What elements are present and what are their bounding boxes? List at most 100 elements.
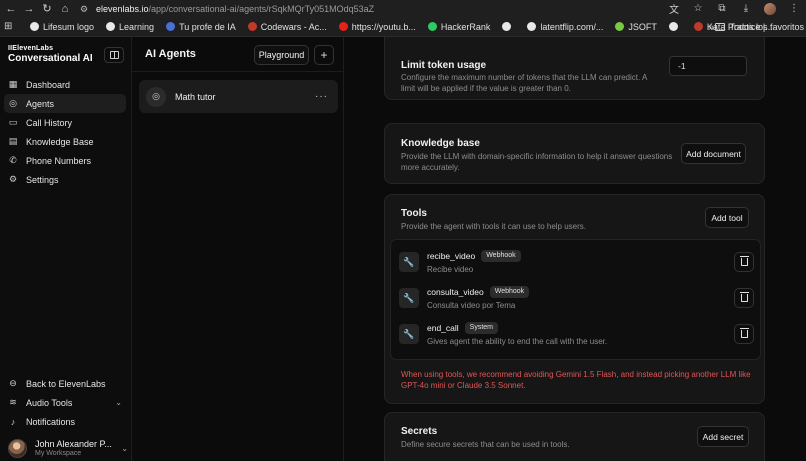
folder-label: Todos los favoritos [729,22,804,32]
back-arrow-icon[interactable]: ← [4,2,18,16]
sidebar-item-audio-tools[interactable]: ≋ Audio Tools ⌄ [4,393,126,412]
sidebar-item-label: Dashboard [26,79,71,90]
delete-tool-button[interactable] [734,252,754,272]
url-path: /app/conversational-ai/agents/rSqkMQrTy0… [148,3,375,14]
bookmark-label: latentflip.com/... [540,21,604,32]
tool-row[interactable]: 🔧 consulta_video Webhook Consulta video … [399,284,754,312]
agents-panel: AI Agents Playground + ◎ Math tutor ··· [132,37,344,461]
collapse-sidebar-button[interactable] [104,47,124,63]
tool-type-badge: System [464,322,499,334]
agent-name: Math tutor [175,91,216,102]
sidebar-item-label: Notifications [26,416,76,427]
wrench-icon: 🔧 [399,288,419,308]
secrets-card: Secrets Define secure secrets that can b… [384,412,765,461]
all-bookmarks-folder[interactable]: Todos los favoritos [715,17,804,37]
browser-menu-icon[interactable]: ⋮ [786,2,802,16]
bookmark-favicon-icon [166,22,176,31]
agent-list-item[interactable]: ◎ Math tutor ··· [139,80,338,113]
bookmark-label: Codewars - Ac... [260,21,327,32]
add-agent-button[interactable]: + [314,45,334,65]
wrench-icon: 🔧 [399,324,419,344]
sidebar-item-knowledge-base[interactable]: ▤ Knowledge Base [4,132,126,151]
token-limit-input[interactable]: -1 [669,56,747,76]
download-icon[interactable]: ⤓ [738,2,754,16]
brand-top: IIElevenLabs [8,45,54,52]
star-icon[interactable]: ☆ [690,2,706,16]
delete-tool-button[interactable] [734,288,754,308]
chevron-down-icon: ⌄ [115,398,122,407]
bookmark-label: HackerRank [440,21,491,32]
tool-type-badge: Webhook [489,286,530,298]
bookmark-label: Learning [119,21,155,32]
page-title: AI Agents [145,48,196,60]
bookmark-favicon-icon [668,22,678,31]
knowledge-base-card: Knowledge base Provide the LLM with doma… [384,123,765,184]
add-secret-button[interactable]: Add secret [697,426,749,447]
folder-icon [715,23,726,31]
tool-name: consulta_video [427,287,484,297]
sidebar-item-agents[interactable]: ◎ Agents [4,94,126,113]
bookmark-item[interactable]: JSOFT [615,22,657,32]
sidebar-nav: ▦ Dashboard ◎ Agents ▭ Call History ▤ Kn… [4,75,126,189]
bookmark-item[interactable]: https://youtu.b... [338,21,416,32]
more-options-icon[interactable]: ··· [315,91,328,102]
bookmark-item[interactable]: Learning [106,22,154,32]
forward-arrow-icon[interactable]: → [22,2,36,16]
agent-settings: Limit token usage Configure the maximum … [344,37,806,461]
sidebar-item-notifications[interactable]: ♪ Notifications [4,412,126,431]
bookmark-item[interactable]: Tu profe de IA [166,22,236,32]
back-icon: ⊖ [9,378,17,388]
waveform-icon: ≋ [9,397,17,407]
translate-icon[interactable]: 文 [666,2,682,16]
add-document-button[interactable]: Add document [681,143,746,164]
site-info-icon[interactable]: ⚙ [80,4,90,14]
tool-description: Recibe video [427,265,474,274]
sidebar-item-back[interactable]: ⊖ Back to ElevenLabs [4,374,126,393]
sidebar-item-label: Agents [26,98,55,109]
sidebar-item-dashboard[interactable]: ▦ Dashboard [4,75,126,94]
profile-avatar[interactable] [762,2,778,16]
sidebar-item-label: Knowledge Base [26,136,94,147]
avatar [8,438,27,458]
bookmark-favicon-icon [106,22,116,31]
bookmark-label: Lifesum logo [43,21,95,32]
playground-button[interactable]: Playground [254,45,309,65]
sidebar-item-call-history[interactable]: ▭ Call History [4,113,126,132]
phone-icon: ✆ [9,155,17,165]
more-bookmarks-icon[interactable]: » [708,17,714,37]
brand-logo[interactable]: IIElevenLabs Conversational AI [8,45,93,64]
sidebar-item-label: Back to ElevenLabs [26,378,106,389]
wrench-icon: 🔧 [399,252,419,272]
tool-type-badge: Webhook [481,250,521,262]
card-description: Define secure secrets that can be used i… [401,440,570,449]
delete-tool-button[interactable] [734,324,754,344]
home-icon[interactable]: ⌂ [58,2,72,16]
sidebar-item-settings[interactable]: ⚙ Settings [4,170,126,189]
bookmark-favicon-icon [30,22,39,31]
apps-grid-icon[interactable]: ⊞ [4,21,18,32]
bookmark-label: https://youtu.b... [351,21,416,32]
divider [132,71,344,72]
bookmark-item[interactable]: Codewars - Ac... [247,21,327,32]
address-bar[interactable]: ⚙ elevenlabs.io/app/conversational-ai/ag… [80,1,374,16]
tool-row[interactable]: 🔧 end_call System Gives agent the abilit… [399,320,754,348]
bookmark-item[interactable]: latentflip.com/... [527,22,603,32]
card-description: Provide the LLM with domain-specific inf… [401,152,673,172]
bookmark-item[interactable]: Lifesum logo [30,22,94,32]
extensions-icon[interactable]: ⧉ [714,2,730,16]
bookmark-favicon-icon [427,22,437,31]
bookmark-item[interactable]: HackerRank [427,21,491,32]
sidebar-panel-icon [109,51,119,59]
card-title: Tools [401,208,427,219]
agent-icon: ◎ [9,98,17,108]
tool-row[interactable]: 🔧 recibe_video Webhook Recibe video [399,248,754,276]
user-menu[interactable]: John Alexander P... My Workspace ⌄ [8,436,128,460]
add-tool-button[interactable]: Add tool [705,207,749,228]
sidebar-item-phone-numbers[interactable]: ✆ Phone Numbers [4,151,126,170]
tool-name: end_call [427,323,459,333]
sidebar-item-label: Audio Tools [26,397,73,408]
bookmark-item[interactable] [502,22,515,31]
bookmark-item[interactable] [668,22,682,31]
reload-icon[interactable]: ↻ [40,2,54,16]
tools-warning: When using tools, we recommend avoiding … [401,370,751,390]
